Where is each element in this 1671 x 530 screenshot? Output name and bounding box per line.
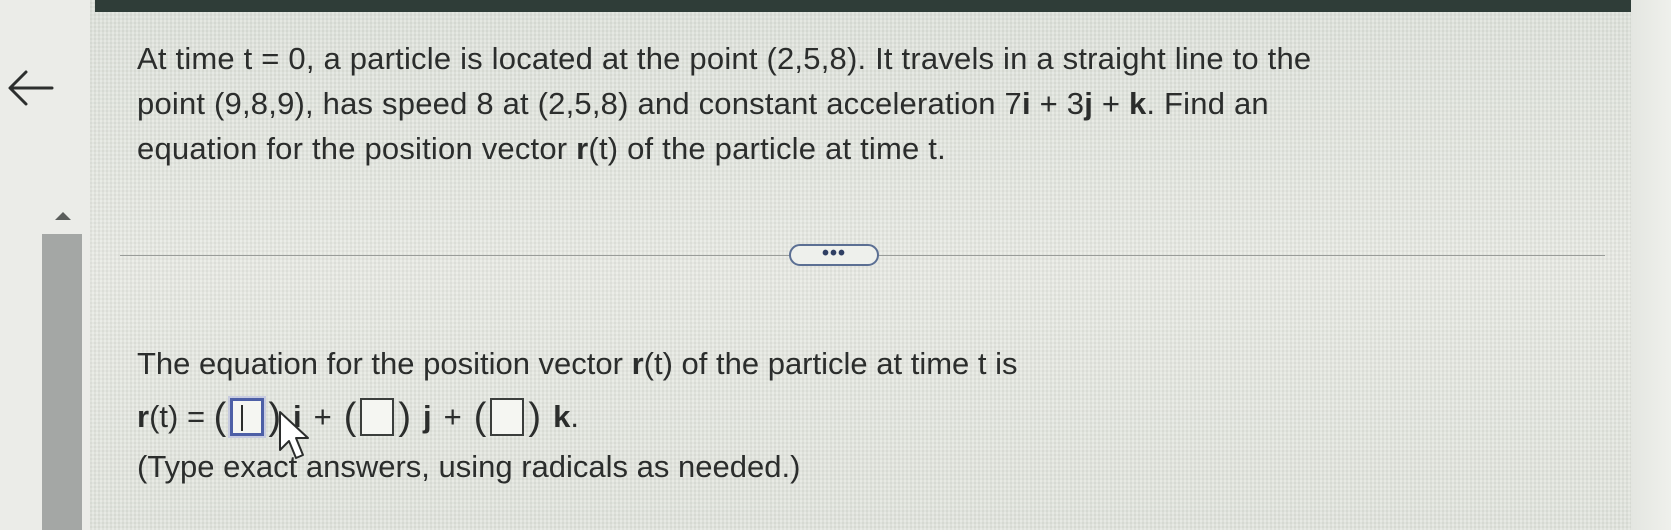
answer-box-i[interactable]: [230, 398, 265, 436]
scrollbar-thumb[interactable]: [42, 234, 82, 530]
open-paren-2: (: [343, 396, 357, 438]
answer-intro-pre: The equation for the position vector: [137, 346, 632, 381]
answer-box-k[interactable]: [490, 398, 525, 436]
vector-j: j: [1084, 86, 1094, 121]
back-arrow-icon[interactable]: [4, 56, 56, 116]
close-paren-2: ): [398, 396, 412, 438]
question-line2-pre: point (9,8,9), has speed 8 at (2,5,8) an…: [137, 86, 1022, 121]
equation-row: r (t) = ( ) i + ( ) j + ( ) k .: [137, 394, 579, 440]
question-line2-post: . Find an: [1146, 86, 1269, 121]
question-text: At time t = 0, a particle is located at …: [137, 36, 1587, 171]
answer-vector-r: r: [631, 346, 644, 381]
close-paren-3: ): [528, 396, 542, 438]
answer-intro-post: (t) of the particle at time t is: [643, 346, 1018, 381]
answer-box-j[interactable]: [360, 398, 395, 436]
vector-r: r: [576, 131, 589, 166]
question-line3-post: (t) of the particle at time t.: [588, 131, 946, 166]
eq-vector-k: k: [553, 399, 571, 434]
left-panel: [0, 0, 90, 530]
top-bar: [95, 0, 1631, 12]
eq-period: .: [570, 399, 579, 434]
mouse-pointer-icon: [279, 411, 309, 459]
answer-intro: The equation for the position vector r(t…: [137, 344, 1018, 384]
more-dots-icon: •••: [821, 242, 847, 265]
question-line1: At time t = 0, a particle is located at …: [137, 41, 1312, 76]
scroll-up-icon[interactable]: [50, 206, 76, 226]
answer-instructions: (Type exact answers, using radicals as n…: [137, 449, 801, 484]
vector-k: k: [1128, 86, 1147, 121]
eq-vector-j: j: [423, 399, 432, 434]
question-plus2: +: [1093, 86, 1129, 121]
vector-i: i: [1022, 86, 1031, 121]
lhs-r: r: [137, 399, 150, 434]
question-plus1: + 3: [1030, 86, 1085, 121]
open-paren-3: (: [473, 396, 487, 438]
eq-plus-2: +: [443, 399, 462, 434]
eq-plus-1: +: [313, 399, 332, 434]
lhs-rest: (t) =: [149, 399, 214, 434]
right-edge: [1631, 0, 1671, 530]
show-more-button[interactable]: •••: [789, 244, 879, 266]
open-paren-1: (: [213, 396, 227, 438]
question-line3-pre: equation for the position vector: [137, 131, 577, 166]
